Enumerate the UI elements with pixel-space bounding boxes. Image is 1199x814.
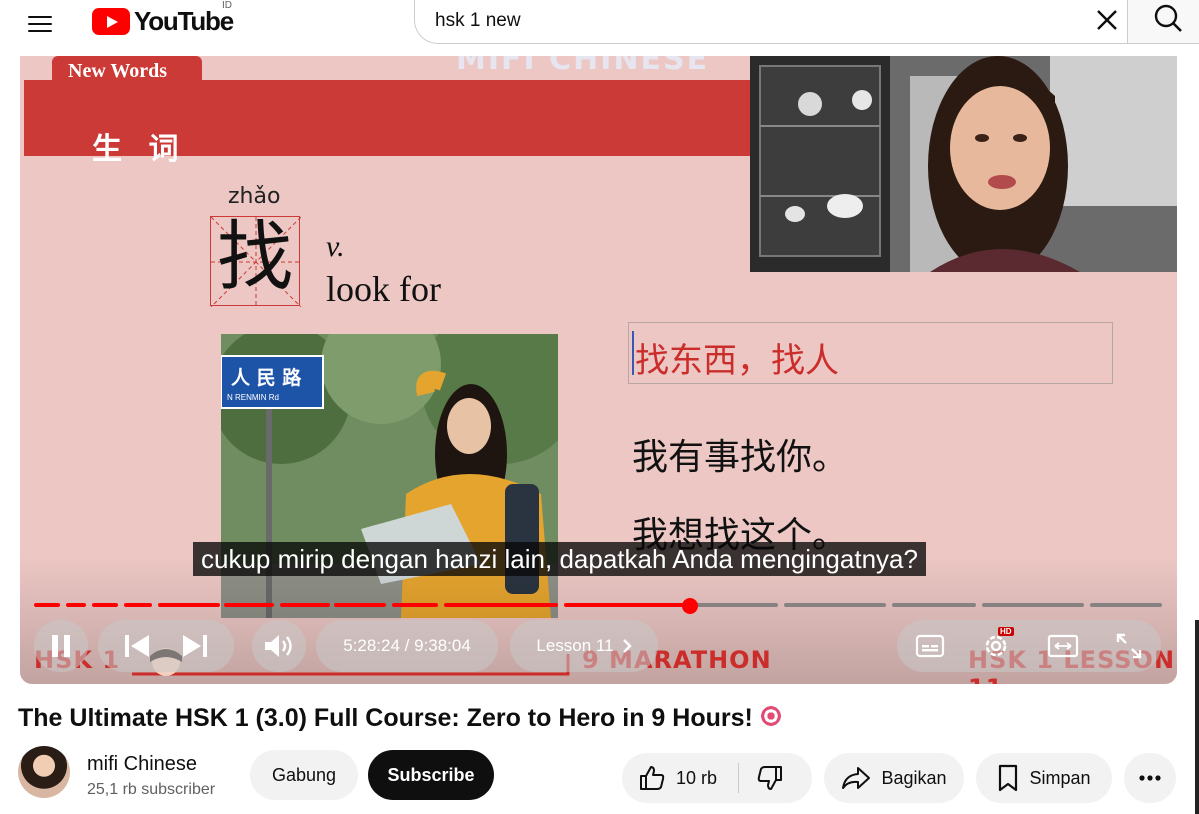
thumbs-down-icon: [757, 766, 782, 790]
chapter-segment: [92, 603, 118, 607]
slide-banner: 生 词: [24, 80, 750, 167]
street-sign-en: N RENMIN Rd: [227, 393, 279, 402]
pause-icon: [52, 635, 70, 657]
like-button[interactable]: 10 rb: [638, 764, 717, 792]
like-count: 10 rb: [676, 767, 718, 788]
fullscreen-icon[interactable]: [1115, 632, 1143, 660]
chapter-segment: [158, 603, 220, 607]
example-sentence-1: 我有事找你。: [632, 437, 849, 478]
next-icon[interactable]: [181, 633, 209, 659]
part-of-speech: v.: [326, 230, 345, 263]
section-title: 生 词: [92, 132, 187, 167]
time-display: 5:28:24 / 9:38:04: [316, 620, 498, 672]
chapter-segment: [34, 603, 60, 607]
logo-text: YouTube: [134, 5, 234, 36]
save-button[interactable]: Simpan: [976, 753, 1112, 803]
settings-icon[interactable]: HD: [981, 627, 1014, 661]
search-box: [414, 0, 1128, 44]
share-label: Bagikan: [881, 767, 947, 788]
country-code: ID: [222, 0, 232, 11]
share-button[interactable]: Bagikan: [824, 753, 964, 803]
chapter-segment: [688, 603, 778, 607]
pinyin: zhǎo: [228, 184, 281, 209]
search-icon: [1154, 4, 1182, 32]
chapter-segment: [564, 603, 688, 607]
video-player[interactable]: 生 词 New Words MIFI CHINESE zhǎo 找 v. loo…: [20, 56, 1177, 684]
example-phrase: 找东西，找人: [635, 341, 839, 381]
presenter-webcam: [750, 56, 1177, 272]
subscribe-button[interactable]: Subscribe: [368, 750, 494, 800]
brand-watermark: MIFI CHINESE: [456, 56, 710, 77]
save-label: Simpan: [1029, 767, 1091, 788]
chapter-segment: [982, 603, 1084, 607]
street-sign-cn: 人 民 路: [231, 366, 302, 389]
chevron-right-icon: [622, 639, 632, 653]
subtitle-caption: cukup mirip dengan hanzi lain, dapatkah …: [193, 542, 926, 576]
progress-bar[interactable]: [34, 598, 1162, 614]
subscriber-count: 25,1 rb subscriber: [87, 781, 216, 798]
chapter-segment: [66, 603, 86, 607]
volume-button[interactable]: [252, 620, 306, 672]
text-caret: [632, 331, 634, 375]
chapter-segment: [224, 603, 274, 607]
like-divider: [738, 763, 739, 793]
youtube-logo[interactable]: YouTube: [92, 5, 234, 36]
hd-badge: HD: [998, 627, 1014, 636]
search-button[interactable]: [1128, 0, 1199, 44]
new-words-tab: New Words: [52, 56, 202, 90]
channel-name[interactable]: mifi Chinese: [87, 753, 197, 776]
theater-mode-icon[interactable]: [1047, 634, 1079, 658]
pause-button[interactable]: [34, 620, 88, 672]
chapter-segment: [784, 603, 886, 607]
right-controls: HD: [897, 620, 1161, 672]
meaning: look for: [326, 269, 441, 309]
search-input[interactable]: [435, 6, 1035, 36]
more-actions-button[interactable]: [1124, 753, 1176, 803]
chapter-segment: [392, 603, 438, 607]
chapter-segment: [124, 603, 152, 607]
thumbs-up-icon: [640, 766, 665, 790]
chapter-segment: [334, 603, 386, 607]
phrase-box: 找东西，找人: [628, 322, 1113, 384]
chapter-segment: [280, 603, 330, 607]
vocab-character: 找: [217, 212, 293, 301]
more-horizontal-icon: [1139, 775, 1161, 781]
subtitles-icon[interactable]: [915, 634, 945, 658]
volume-icon: [265, 635, 292, 657]
window-edge: [1195, 620, 1199, 814]
chapter-segment: [892, 603, 976, 607]
target-emoji-icon: [758, 704, 783, 728]
youtube-logo-icon: [92, 7, 130, 35]
clear-icon[interactable]: [1093, 6, 1121, 34]
bookmark-icon: [999, 764, 1018, 792]
chapter-button[interactable]: Lesson 11: [510, 620, 658, 672]
chapter-segment: [1090, 603, 1162, 607]
dislike-button[interactable]: [756, 764, 784, 792]
channel-avatar[interactable]: [18, 746, 70, 798]
chapter-segment: [444, 603, 558, 607]
top-bar: YouTube ID: [0, 0, 1199, 56]
chapter-label: Lesson 11: [536, 636, 614, 655]
menu-icon[interactable]: [28, 8, 60, 40]
like-dislike-group: 10 rb: [622, 753, 812, 803]
video-title: The Ultimate HSK 1 (3.0) Full Course: Ze…: [18, 704, 783, 733]
video-title-text: The Ultimate HSK 1 (3.0) Full Course: Ze…: [18, 704, 753, 732]
share-icon: [842, 767, 871, 789]
skip-controls: [98, 620, 234, 672]
previous-icon[interactable]: [123, 633, 151, 659]
join-button[interactable]: Gabung: [250, 750, 358, 800]
